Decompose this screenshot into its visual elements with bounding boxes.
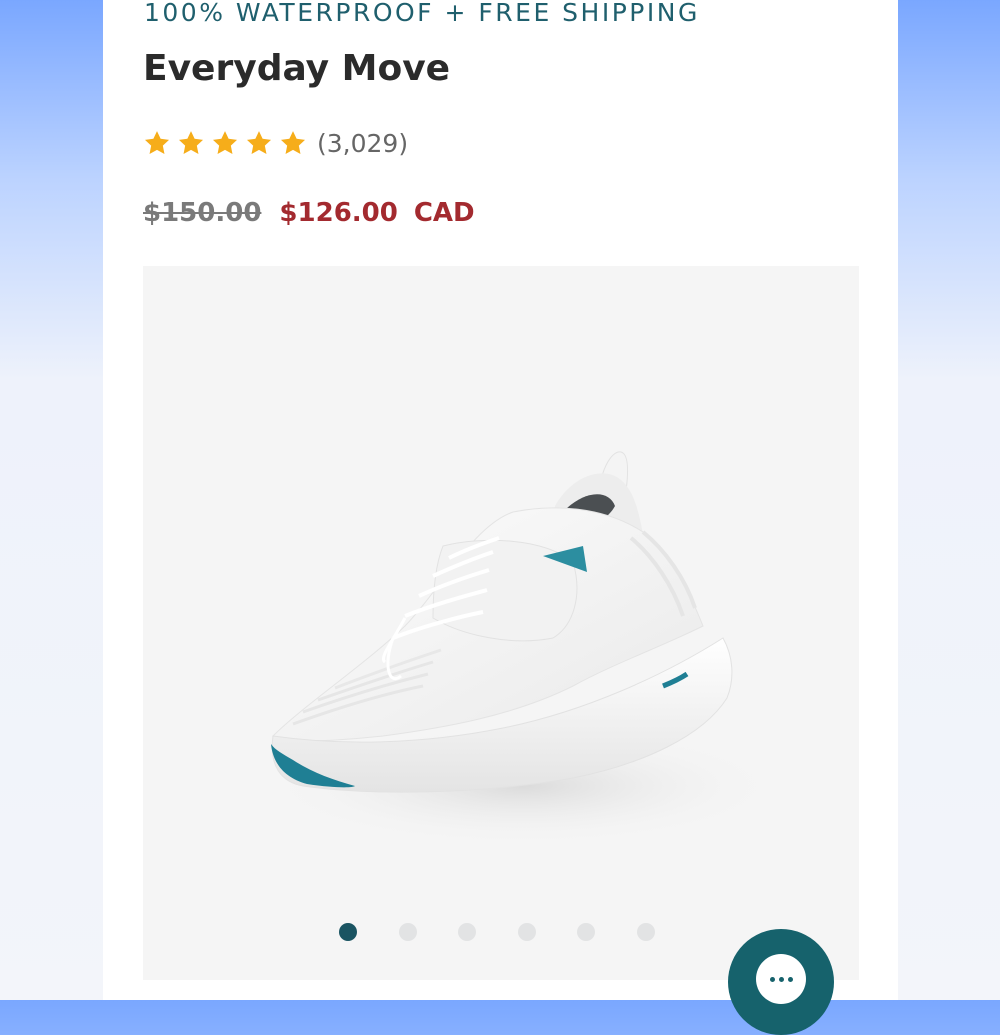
carousel-dot-1[interactable] xyxy=(339,923,357,941)
currency-code: CAD xyxy=(413,198,475,228)
carousel-dot-3[interactable] xyxy=(458,923,477,941)
star-icon xyxy=(212,131,238,154)
promo-banner-text: 100% WATERPROOF + FREE SHIPPING xyxy=(144,0,700,27)
carousel-dot-5[interactable] xyxy=(577,923,596,941)
star-rating xyxy=(143,129,313,157)
carousel-dot-2[interactable] xyxy=(398,923,417,941)
chat-dot xyxy=(788,977,793,982)
star-icon xyxy=(178,131,204,154)
carousel-dot-6[interactable] xyxy=(636,923,655,941)
rating-summary[interactable]: (3,029) xyxy=(143,126,408,160)
star-icon xyxy=(280,131,306,154)
price-block: $150.00 $126.00 CAD xyxy=(143,198,475,228)
original-price: $150.00 xyxy=(143,198,262,228)
chat-bubble-icon xyxy=(756,954,806,1004)
product-image-gallery[interactable] xyxy=(143,266,859,980)
sneaker-image xyxy=(263,451,783,846)
sale-price: $126.00 xyxy=(279,198,398,228)
chat-dot xyxy=(779,977,784,982)
product-title: Everyday Move xyxy=(143,48,451,89)
carousel-dot-4[interactable] xyxy=(517,923,536,941)
chat-dot xyxy=(770,977,775,982)
star-icon xyxy=(246,131,272,154)
chat-button[interactable] xyxy=(728,929,834,1035)
product-page: 100% WATERPROOF + FREE SHIPPING Everyday… xyxy=(103,0,898,1000)
star-icon xyxy=(144,131,170,154)
carousel-pagination xyxy=(339,923,697,941)
review-count[interactable]: (3,029) xyxy=(317,129,408,158)
